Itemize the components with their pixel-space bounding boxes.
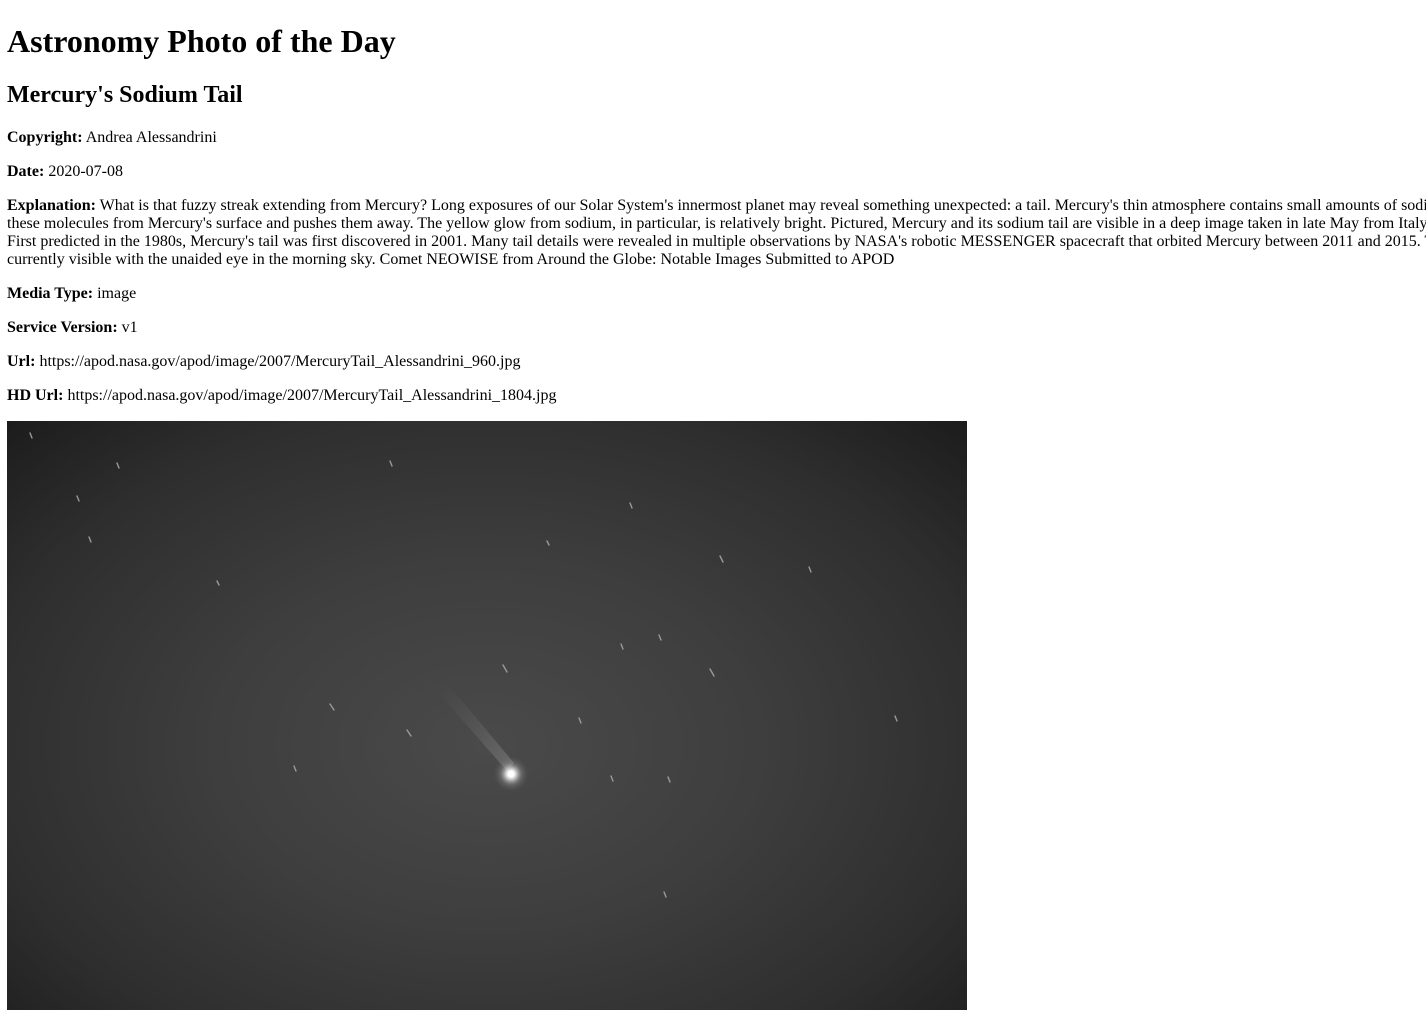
hd-url-value: https://apod.nasa.gov/apod/image/2007/Me… (67, 387, 557, 404)
explanation-label: Explanation: (7, 197, 96, 214)
night-sky-photo (29, 432, 898, 898)
explanation-text: What is that fuzzy streak extending from… (99, 197, 1426, 214)
url-label: Url: (7, 353, 36, 370)
url-value: https://apod.nasa.gov/apod/image/2007/Me… (39, 353, 521, 370)
apod-image (7, 421, 967, 1010)
page-heading: Astronomy Photo of the Day (7, 23, 396, 59)
media-type-value: image (97, 285, 137, 302)
hd-url-row: HD Url: https://apod.nasa.gov/apod/image… (7, 387, 556, 405)
date-label: Date: (7, 163, 45, 180)
explanation-paragraph: Explanation: What is that fuzzy streak e… (7, 197, 1426, 269)
service-version-row: Service Version: v1 (7, 319, 138, 337)
sodium-tail (437, 683, 514, 771)
explanation-line: First predicted in the 1980s, Mercury's … (7, 233, 1426, 250)
copyright-row: Copyright: Andrea Alessandrini (7, 129, 217, 147)
copyright-value: Andrea Alessandrini (85, 129, 217, 146)
media-type-row: Media Type: image (7, 285, 136, 303)
hd-url-label: HD Url: (7, 387, 64, 404)
explanation-line: currently visible with the unaided eye i… (7, 251, 895, 268)
url-row: Url: https://apod.nasa.gov/apod/image/20… (7, 353, 520, 371)
service-version-value: v1 (121, 319, 138, 336)
copyright-label: Copyright: (7, 129, 83, 146)
mercury-planet (507, 770, 515, 778)
service-version-label: Service Version: (7, 319, 118, 336)
explanation-line: these molecules from Mercury's surface a… (7, 215, 1426, 232)
page: Astronomy Photo of the Day Mercury's Sod… (0, 0, 1426, 1010)
photo-title: Mercury's Sodium Tail (7, 82, 243, 108)
date-value: 2020-07-08 (48, 163, 123, 180)
media-type-label: Media Type: (7, 285, 94, 302)
explanation-line: Explanation: What is that fuzzy streak e… (7, 197, 1426, 215)
star-trails (29, 432, 898, 898)
date-row: Date: 2020-07-08 (7, 163, 123, 181)
